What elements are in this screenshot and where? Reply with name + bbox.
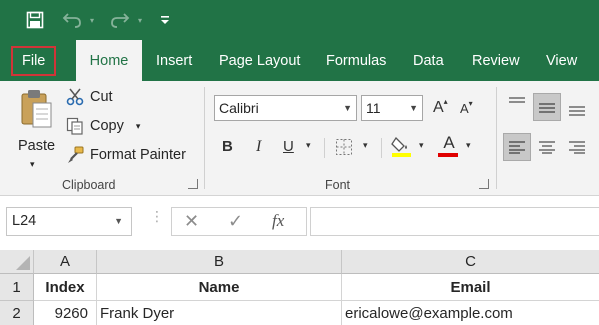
- chevron-down-icon[interactable]: ▼: [409, 96, 418, 120]
- cell-c1[interactable]: Email: [342, 274, 599, 301]
- font-color-icon: A: [443, 133, 455, 152]
- tab-view[interactable]: View: [546, 40, 577, 81]
- cell-a2[interactable]: 9260: [34, 301, 97, 325]
- paste-label: Paste: [18, 138, 56, 154]
- cell-c2[interactable]: ericalowe@example.com: [342, 301, 599, 325]
- format-painter-button[interactable]: Format Painter: [66, 146, 186, 164]
- tab-data[interactable]: Data: [413, 40, 444, 81]
- scissors-icon: [66, 88, 86, 106]
- tab-file[interactable]: File: [11, 46, 57, 76]
- align-center-icon: [539, 141, 555, 154]
- select-all-icon: [16, 256, 30, 270]
- font-name-value: Calibri: [219, 100, 259, 116]
- borders-button[interactable]: [335, 138, 353, 159]
- paste-dropdown-icon[interactable]: ▾: [30, 159, 35, 170]
- enter-icon[interactable]: ✓: [228, 211, 243, 232]
- chevron-down-icon[interactable]: ▼: [343, 96, 352, 120]
- clipboard-group-label: Clipboard: [62, 178, 116, 192]
- column-header-b[interactable]: B: [97, 250, 342, 274]
- select-all-button[interactable]: [0, 250, 34, 274]
- tab-page-layout[interactable]: Page Layout: [219, 40, 300, 81]
- align-center-button[interactable]: [533, 133, 561, 161]
- tab-home[interactable]: Home: [76, 40, 142, 81]
- cut-label: Cut: [90, 89, 113, 105]
- shrink-font-icon: A: [460, 101, 469, 116]
- insert-function-icon[interactable]: fx: [272, 211, 284, 231]
- align-left-icon: [509, 141, 525, 154]
- font-color-button[interactable]: A: [438, 133, 460, 157]
- group-divider: [204, 87, 205, 189]
- bottom-align-button[interactable]: [563, 95, 591, 123]
- name-box-value: L24: [12, 213, 37, 229]
- font-size-combo[interactable]: 11 ▼: [361, 95, 423, 121]
- tab-formulas[interactable]: Formulas: [326, 40, 386, 81]
- align-right-button[interactable]: [563, 133, 591, 161]
- borders-icon: [335, 139, 353, 159]
- borders-dropdown-icon[interactable]: ▾: [363, 140, 368, 151]
- copy-dropdown-icon[interactable]: ▾: [136, 121, 141, 132]
- underline-dropdown-icon[interactable]: ▾: [306, 140, 311, 151]
- cut-button[interactable]: Cut: [66, 88, 113, 106]
- copy-label: Copy: [90, 118, 124, 134]
- ribbon: Paste ▾ Cut Copy ▾ Format Painter Clipbo…: [0, 81, 599, 196]
- group-divider: [496, 87, 497, 189]
- chevron-down-icon[interactable]: ▼: [114, 208, 123, 235]
- copy-icon: [66, 117, 86, 135]
- customize-qat-icon[interactable]: [158, 10, 172, 30]
- format-painter-label: Format Painter: [90, 147, 186, 163]
- formula-buttons: ✕ ✓ fx: [171, 207, 307, 236]
- redo-icon[interactable]: [108, 10, 132, 30]
- font-dialog-launcher-icon[interactable]: [479, 179, 489, 189]
- cancel-icon[interactable]: ✕: [184, 211, 199, 232]
- font-color-dropdown-icon[interactable]: ▾: [466, 140, 471, 151]
- column-header-c[interactable]: C: [342, 250, 599, 274]
- divider: [381, 138, 382, 158]
- formula-input[interactable]: [310, 207, 599, 236]
- cell-b2[interactable]: Frank Dyer: [97, 301, 342, 325]
- divider: [324, 138, 325, 158]
- save-icon[interactable]: [25, 10, 45, 30]
- middle-align-button[interactable]: [533, 93, 561, 121]
- tab-insert[interactable]: Insert: [156, 40, 192, 81]
- formula-bar: L24 ▼ ⋮ ✕ ✓ fx: [0, 197, 599, 250]
- name-box[interactable]: L24 ▼: [6, 207, 132, 236]
- align-left-button[interactable]: [503, 133, 531, 161]
- fill-color-dropdown-icon[interactable]: ▾: [419, 140, 424, 151]
- paste-button[interactable]: Paste ▾: [14, 87, 60, 175]
- align-right-icon: [569, 141, 585, 154]
- bottom-align-icon: [569, 106, 585, 116]
- undo-dropdown-icon[interactable]: ▾: [87, 10, 97, 30]
- middle-align-icon: [539, 103, 555, 113]
- grow-font-icon: A: [433, 99, 444, 116]
- clipboard-dialog-launcher-icon[interactable]: [188, 179, 198, 189]
- paint-bucket-icon: [391, 136, 413, 161]
- top-align-icon: [509, 97, 525, 103]
- ribbon-tabs: File Home Insert Page Layout Formulas Da…: [0, 40, 599, 81]
- font-color-swatch: [438, 153, 458, 157]
- font-group-label: Font: [325, 178, 351, 192]
- font-name-combo[interactable]: Calibri ▼: [214, 95, 357, 121]
- worksheet-grid: A B C 1 Index Name Email 2 9260 Frank Dy…: [0, 250, 599, 325]
- paste-icon: [20, 89, 54, 132]
- fill-color-button[interactable]: [391, 134, 413, 161]
- cell-a1[interactable]: Index: [34, 274, 97, 301]
- grow-font-button[interactable]: A▴: [433, 97, 448, 117]
- bold-button[interactable]: B: [222, 138, 233, 155]
- cell-b1[interactable]: Name: [97, 274, 342, 301]
- paintbrush-icon: [66, 146, 86, 164]
- tab-review[interactable]: Review: [472, 40, 520, 81]
- column-header-a[interactable]: A: [34, 250, 97, 274]
- redo-dropdown-icon[interactable]: ▾: [135, 10, 145, 30]
- row-header-2[interactable]: 2: [0, 301, 34, 325]
- underline-button[interactable]: U: [283, 138, 294, 155]
- row-header-1[interactable]: 1: [0, 274, 34, 301]
- shrink-font-button[interactable]: A▾: [460, 99, 473, 116]
- title-bar: ▾ ▾: [0, 0, 599, 40]
- font-size-value: 11: [366, 100, 381, 116]
- undo-icon[interactable]: [60, 10, 84, 30]
- formula-bar-grip-icon[interactable]: ⋮: [150, 209, 164, 223]
- top-align-button[interactable]: [503, 89, 531, 117]
- copy-button[interactable]: Copy ▾: [66, 117, 140, 135]
- italic-button[interactable]: I: [256, 138, 261, 156]
